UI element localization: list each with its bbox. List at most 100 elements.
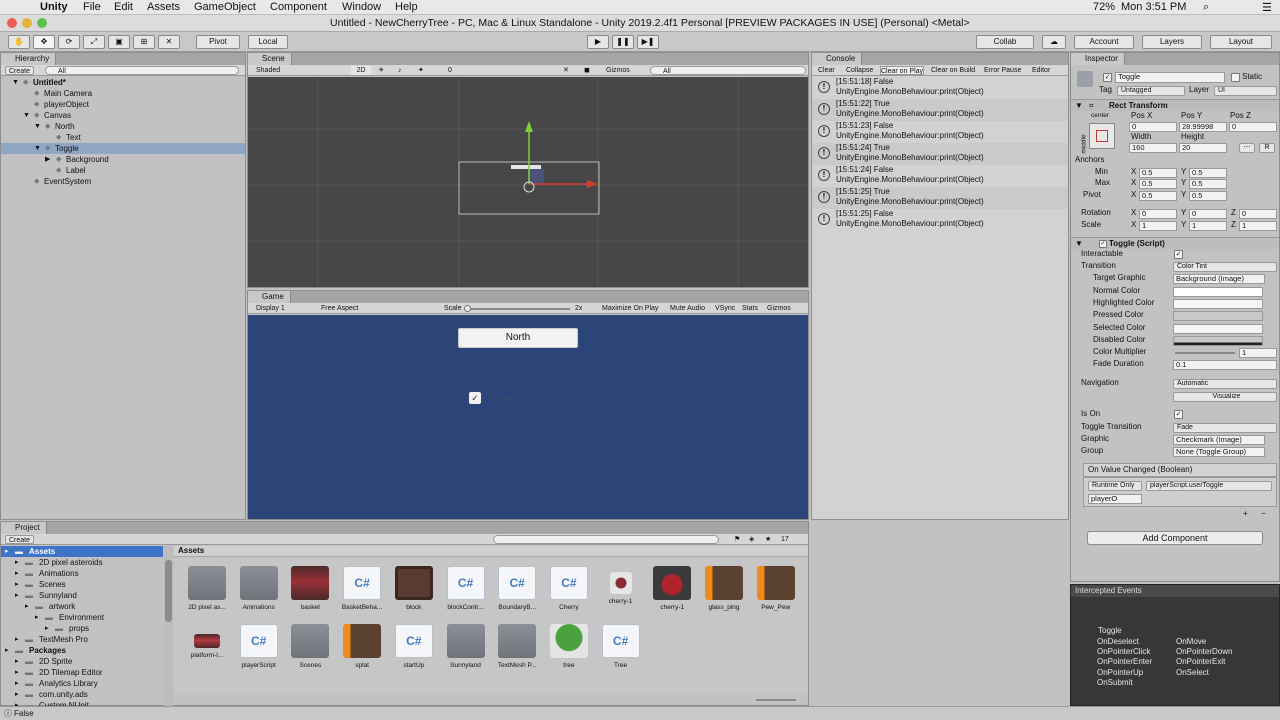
pivot-y-field[interactable]: 0.5 xyxy=(1189,191,1227,201)
add-component-button[interactable]: Add Component xyxy=(1087,531,1263,545)
asset-item[interactable]: TextMesh P... xyxy=(492,624,542,669)
target-graphic-field[interactable]: Background (Image) xyxy=(1173,274,1265,284)
foldout-arrow-icon[interactable]: ▼ xyxy=(23,110,30,121)
scale-tool-icon[interactable]: ⤢ xyxy=(83,35,105,49)
project-folder-item[interactable]: ▸ ▬ Analytics Library xyxy=(1,678,163,689)
anchor-max-x-field[interactable]: 0.5 xyxy=(1139,179,1177,189)
console-error-pause-button[interactable]: Error Pause xyxy=(984,66,1021,75)
project-tree-scrollbar[interactable] xyxy=(164,546,173,706)
stats-toggle[interactable]: Stats xyxy=(742,304,758,313)
pivot-toggle-button[interactable]: Pivot xyxy=(196,35,240,49)
foldout-arrow-icon[interactable]: ▸ xyxy=(15,634,19,645)
display-dropdown[interactable]: Display 1 xyxy=(256,304,316,313)
scale-slider[interactable] xyxy=(466,308,570,310)
layer-dropdown[interactable]: UI xyxy=(1214,86,1277,96)
hierarchy-item[interactable]: ◆ Label xyxy=(1,165,245,176)
hierarchy-item[interactable]: ▼ ◆ Untitled* xyxy=(1,77,245,88)
game-viewport[interactable]: North ✓ Toggle xyxy=(248,315,808,519)
project-search-input[interactable] xyxy=(493,535,719,544)
console-log-entry[interactable]: ! [15:51:25] False UnityEngine.MonoBehavio… xyxy=(812,209,1068,231)
hidden-objects-count[interactable]: 0 xyxy=(448,66,452,75)
tab-hierarchy[interactable]: Hierarchy xyxy=(1,53,57,65)
hierarchy-item[interactable]: ▼ ◆ North xyxy=(1,121,245,132)
hierarchy-item[interactable]: ◆ Main Camera xyxy=(1,88,245,99)
scale-x-field[interactable]: 1 xyxy=(1139,221,1177,231)
add-listener-icon[interactable]: + xyxy=(1243,509,1248,519)
posz-field[interactable]: 0 xyxy=(1229,122,1277,132)
event-target-object-field[interactable]: playerO xyxy=(1088,494,1142,504)
scene-gizmos-dropdown[interactable]: Gizmos xyxy=(606,66,630,75)
asset-item[interactable]: C# Cherry xyxy=(544,566,594,611)
scene-search-input[interactable]: All xyxy=(650,66,806,75)
aspect-dropdown[interactable]: Free Aspect xyxy=(321,304,441,313)
menu-file[interactable]: File xyxy=(83,1,101,13)
foldout-arrow-icon[interactable]: ▸ xyxy=(15,656,19,667)
scale-slider-handle[interactable] xyxy=(464,305,471,312)
asset-item[interactable]: C# Tree xyxy=(596,624,646,669)
menu-edit[interactable]: Edit xyxy=(114,1,133,13)
rotate-tool-icon[interactable]: ⟳ xyxy=(58,35,80,49)
2d-mode-toggle[interactable]: 2D xyxy=(351,66,371,75)
asset-item[interactable]: basket xyxy=(285,566,335,611)
foldout-arrow-icon[interactable]: ▸ xyxy=(15,689,19,700)
group-field[interactable]: None (Toggle Group) xyxy=(1173,447,1265,457)
foldout-arrow-icon[interactable]: ▼ xyxy=(1075,239,1083,249)
game-gizmos-dropdown[interactable]: Gizmos xyxy=(767,304,791,313)
scene-tools-icon[interactable]: ✕ xyxy=(563,66,569,75)
notification-center-icon[interactable]: ☰ xyxy=(1262,1,1272,14)
thumbnail-size-slider[interactable] xyxy=(756,699,796,701)
is-on-checkbox[interactable]: ✓ xyxy=(1174,410,1183,419)
project-folder-item[interactable]: ▸ ▬ Environment xyxy=(1,612,163,623)
local-toggle-button[interactable]: Local xyxy=(248,35,288,49)
toggle-script-header[interactable]: ▼ ✓ Toggle (Script) xyxy=(1071,237,1279,249)
foldout-arrow-icon[interactable]: ▸ xyxy=(45,623,49,634)
visualize-button[interactable]: Visualize xyxy=(1173,392,1277,402)
lighting-icon[interactable]: ☀ xyxy=(378,66,384,75)
move-tool-icon[interactable]: ✥ xyxy=(33,35,55,49)
foldout-arrow-icon[interactable]: ▼ xyxy=(1075,101,1083,111)
toggle-script-enabled-checkbox[interactable]: ✓ xyxy=(1099,240,1107,248)
console-log-entry[interactable]: ! [15:51:23] False UnityEngine.MonoBehavio… xyxy=(812,121,1068,143)
project-folder-item[interactable]: ▸ ▬ Assets xyxy=(1,546,163,557)
asset-item[interactable]: Pew_Pew xyxy=(751,566,801,611)
pivot-x-field[interactable]: 0.5 xyxy=(1139,191,1177,201)
blueprint-mode-icon[interactable]: ⋯ xyxy=(1239,143,1255,153)
selected-color-swatch[interactable] xyxy=(1173,324,1263,334)
foldout-arrow-icon[interactable]: ▸ xyxy=(15,557,19,568)
posy-field[interactable]: 28.99998 xyxy=(1179,122,1227,132)
rect-tool-icon[interactable]: ▣ xyxy=(108,35,130,49)
event-function-dropdown[interactable]: playerScript.userToggle xyxy=(1146,481,1272,491)
asset-item[interactable]: cherry-1 xyxy=(596,566,646,605)
scene-viewport[interactable] xyxy=(248,77,808,287)
layers-dropdown[interactable]: Layers xyxy=(1142,35,1202,49)
rect-transform-header[interactable]: ▼ ⌗ Rect Transform xyxy=(1071,99,1279,111)
cloud-icon[interactable]: ☁ xyxy=(1042,35,1066,49)
project-folder-item[interactable]: ▸ ▬ props xyxy=(1,623,163,634)
project-folder-item[interactable]: ▸ ▬ Sunnyland xyxy=(1,590,163,601)
console-log-entry[interactable]: ! [15:51:25] True UnityEngine.MonoBehaviou… xyxy=(812,187,1068,209)
foldout-arrow-icon[interactable]: ▶ xyxy=(45,154,50,165)
normal-color-swatch[interactable] xyxy=(1173,287,1263,297)
menu-help[interactable]: Help xyxy=(395,1,418,13)
console-log-entry[interactable]: ! [15:51:24] True UnityEngine.MonoBehaviou… xyxy=(812,143,1068,165)
transition-dropdown[interactable]: Color Tint xyxy=(1173,262,1277,272)
project-folder-item[interactable]: ▸ ▬ 2D Sprite xyxy=(1,656,163,667)
project-folder-item[interactable]: ▸ ▬ artwork xyxy=(1,601,163,612)
anchors-foldout-label[interactable]: Anchors xyxy=(1075,155,1104,165)
vsync-toggle[interactable]: VSync xyxy=(715,304,735,313)
graphic-field[interactable]: Checkmark (Image) xyxy=(1173,435,1265,445)
foldout-arrow-icon[interactable]: ▸ xyxy=(15,678,19,689)
hierarchy-item[interactable]: ◆ Text xyxy=(1,132,245,143)
object-name-field[interactable]: Toggle xyxy=(1115,72,1225,83)
minimize-window-button[interactable] xyxy=(22,18,32,28)
runtime-mode-dropdown[interactable]: Runtime Only xyxy=(1088,481,1142,491)
asset-item[interactable]: splat xyxy=(337,624,387,669)
mute-audio-toggle[interactable]: Mute Audio xyxy=(670,304,705,313)
rotation-x-field[interactable]: 0 xyxy=(1139,209,1177,219)
hierarchy-item[interactable]: ◆ playerObject xyxy=(1,99,245,110)
filter-by-label-icon[interactable]: ◈ xyxy=(749,535,754,544)
collab-button[interactable]: Collab xyxy=(976,35,1034,49)
anchor-min-x-field[interactable]: 0.5 xyxy=(1139,168,1177,178)
console-clear-button[interactable]: Clear xyxy=(818,66,835,75)
layout-dropdown[interactable]: Layout xyxy=(1210,35,1272,49)
